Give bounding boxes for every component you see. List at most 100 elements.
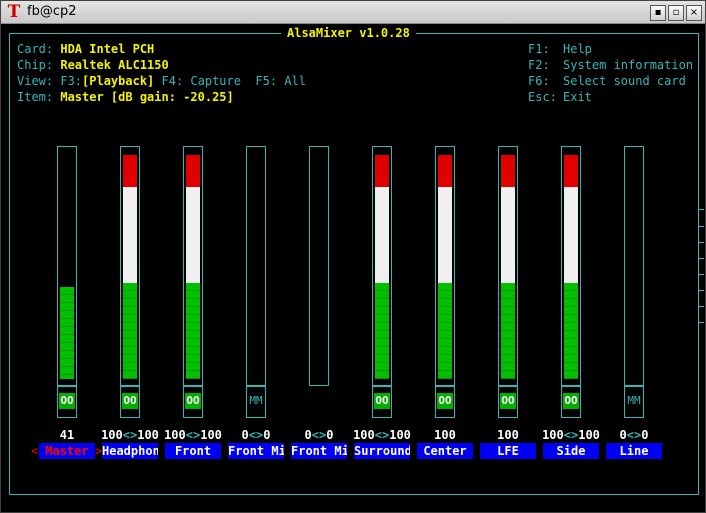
channel-name[interactable]: LFE: [480, 443, 536, 459]
scroll-tick: [698, 242, 704, 243]
level-white: [123, 187, 137, 283]
level-white: [375, 187, 389, 283]
card-line: Card: HDA Intel PCH: [17, 41, 154, 57]
volume-slider-master[interactable]: [57, 146, 77, 386]
help-key: F2:: [528, 58, 550, 72]
maximize-button[interactable]: ▫: [668, 5, 684, 21]
mute-switch[interactable]: MM: [624, 386, 644, 418]
channel-name[interactable]: Headphon: [102, 443, 158, 459]
card-value: HDA Intel PCH: [60, 42, 155, 56]
volume-slider-front[interactable]: [183, 146, 203, 386]
mute-switch-label: OO: [185, 393, 201, 409]
volume-slider-center[interactable]: [435, 146, 455, 386]
scroll-tick: [698, 322, 704, 323]
help-key: Esc:: [528, 90, 557, 104]
level-white: [438, 187, 452, 283]
volume-slider-headphon[interactable]: [120, 146, 140, 386]
mute-switch[interactable]: MM: [246, 386, 266, 418]
help-text: Help: [563, 42, 592, 56]
channel-name[interactable]: Line: [606, 443, 662, 459]
view-playback: [Playback]: [82, 74, 155, 88]
mute-switch-label: OO: [437, 393, 453, 409]
mute-switch[interactable]: OO: [183, 386, 203, 418]
level-white: [501, 187, 515, 283]
level-red: [375, 155, 389, 187]
level-red: [564, 155, 578, 187]
volume-value: 41: [59, 428, 75, 442]
mute-switch-label: OO: [122, 393, 138, 409]
mute-switch[interactable]: OO: [372, 386, 392, 418]
item-value: Master [dB gain: -20.25]: [60, 90, 234, 104]
app-title: AlsaMixer v1.0.28: [281, 25, 416, 41]
view-label: View: F3:: [17, 74, 83, 88]
terminal-icon[interactable]: T: [5, 3, 23, 21]
window-titlebar[interactable]: T fb@cp2 ▪ ▫ ×: [1, 1, 705, 24]
channel-name[interactable]: Master: [39, 443, 95, 459]
help-text: System information: [563, 58, 694, 72]
card-label: Card:: [17, 42, 61, 56]
volume-value: 100<>100: [353, 428, 411, 442]
mute-switch[interactable]: OO: [120, 386, 140, 418]
level-red: [123, 155, 137, 187]
level-green: [186, 283, 200, 379]
level-green: [438, 283, 452, 379]
volume-value: 100: [434, 428, 456, 442]
item-label: Item:: [17, 90, 61, 104]
level-red: [501, 155, 515, 187]
volume-slider-side[interactable]: [561, 146, 581, 386]
scroll-tick: [698, 226, 704, 227]
chip-value: Realtek ALC1150: [60, 58, 169, 72]
channel-name[interactable]: Front: [165, 443, 221, 459]
mute-switch-label: OO: [500, 393, 516, 409]
volume-value: 100<>100: [164, 428, 222, 442]
chip-line: Chip: Realtek ALC1150: [17, 57, 169, 73]
mute-switch[interactable]: OO: [435, 386, 455, 418]
channel-name[interactable]: Center: [417, 443, 473, 459]
scroll-tick: [698, 209, 704, 210]
help-f2: F2: System information: [528, 57, 693, 73]
close-button[interactable]: ×: [686, 5, 702, 21]
volume-value: 100<>100: [101, 428, 159, 442]
volume-slider-surround[interactable]: [372, 146, 392, 386]
channel-name[interactable]: Front Mi: [228, 443, 284, 459]
level-green: [60, 287, 74, 379]
help-text: Select sound card: [563, 74, 686, 88]
selection-marker-left: <: [31, 444, 39, 458]
mute-switch[interactable]: OO: [498, 386, 518, 418]
window-title: fb@cp2: [27, 4, 77, 19]
mute-switch-label: OO: [563, 393, 579, 409]
volume-value: 0<>0: [241, 428, 271, 442]
view-options: F4: Capture F5: All: [154, 74, 307, 88]
help-esc: Esc: Exit: [528, 89, 592, 105]
volume-slider-lfe[interactable]: [498, 146, 518, 386]
level-red: [186, 155, 200, 187]
help-key: F6:: [528, 74, 550, 88]
scroll-tick: [698, 258, 704, 259]
volume-slider-front-mi[interactable]: [246, 146, 266, 386]
channel-name[interactable]: Surround: [354, 443, 410, 459]
scroll-tick: [698, 274, 704, 275]
terminal-area[interactable]: AlsaMixer v1.0.28 Card: HDA Intel PCH Ch…: [1, 24, 705, 512]
mute-switch-label: OO: [374, 393, 390, 409]
mute-switch[interactable]: OO: [57, 386, 77, 418]
volume-slider-line[interactable]: [624, 146, 644, 386]
volume-value: 100: [497, 428, 519, 442]
channel-name[interactable]: Side: [543, 443, 599, 459]
level-green: [501, 283, 515, 379]
scroll-tick: [698, 306, 704, 307]
level-green: [123, 283, 137, 379]
mute-switch-label: MM: [627, 394, 641, 407]
volume-value: 100<>100: [542, 428, 600, 442]
item-line: Item: Master [dB gain: -20.25]: [17, 89, 234, 105]
volume-slider-front-mi[interactable]: [309, 146, 329, 386]
level-white: [186, 187, 200, 283]
channel-name[interactable]: Front Mi: [291, 443, 347, 459]
volume-value: 0<>0: [304, 428, 334, 442]
mute-switch-label: MM: [249, 394, 263, 407]
view-line: View: F3:[Playback] F4: Capture F5: All: [17, 73, 306, 89]
help-f1: F1: Help: [528, 41, 592, 57]
terminal-window: T fb@cp2 ▪ ▫ × AlsaMixer v1.0.28 Card: H…: [0, 0, 706, 513]
chip-label: Chip:: [17, 58, 61, 72]
minimize-button[interactable]: ▪: [650, 5, 666, 21]
mute-switch[interactable]: OO: [561, 386, 581, 418]
